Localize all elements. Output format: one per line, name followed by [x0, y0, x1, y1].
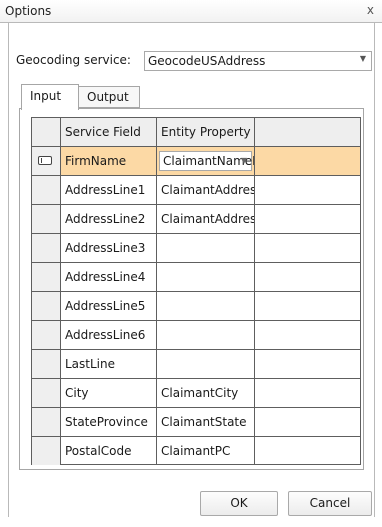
- service-field-cell[interactable]: AddressLine3: [60, 234, 156, 262]
- geocoding-service-label: Geocoding service:: [16, 53, 131, 67]
- table-row[interactable]: AddressLine3: [31, 233, 361, 262]
- grid-header-row: Service Field Entity Property: [31, 117, 361, 146]
- extra-cell[interactable]: [254, 437, 361, 465]
- row-selector[interactable]: [31, 205, 60, 233]
- extra-cell[interactable]: [254, 263, 361, 291]
- table-row[interactable]: StateProvince ClaimantState: [31, 407, 361, 436]
- geocoding-service-value: GeocodeUSAddress: [148, 54, 266, 68]
- options-dialog: Options x Geocoding service: GeocodeUSAd…: [0, 0, 382, 527]
- tab-output-label: Output: [87, 90, 129, 104]
- extra-cell[interactable]: [254, 234, 361, 262]
- service-field-cell[interactable]: PostalCode: [60, 437, 156, 465]
- row-selector[interactable]: [31, 437, 60, 465]
- column-header-extra: [254, 118, 361, 146]
- extra-cell[interactable]: [254, 379, 361, 407]
- entity-property-cell[interactable]: [156, 263, 254, 291]
- window-title: Options: [5, 4, 52, 18]
- extra-cell[interactable]: [254, 147, 361, 175]
- row-selector[interactable]: [31, 321, 60, 349]
- entity-property-cell[interactable]: ClaimantPC: [156, 437, 254, 465]
- tab-input-label: Input: [30, 89, 62, 103]
- service-field-cell[interactable]: AddressLine2: [60, 205, 156, 233]
- entity-property-cell[interactable]: [156, 350, 254, 378]
- row-selector[interactable]: [31, 147, 60, 175]
- entity-property-cell[interactable]: ClaimantState: [156, 408, 254, 436]
- entity-property-cell[interactable]: ClaimantNameLast ▼: [156, 147, 254, 175]
- service-field-cell[interactable]: AddressLine4: [60, 263, 156, 291]
- row-selector[interactable]: [31, 263, 60, 291]
- row-header-column: [31, 118, 60, 146]
- title-divider: [0, 22, 382, 23]
- extra-cell[interactable]: [254, 292, 361, 320]
- extra-cell[interactable]: [254, 205, 361, 233]
- entity-property-cell[interactable]: ClaimantAddress2: [156, 205, 254, 233]
- column-header-entity-property[interactable]: Entity Property: [156, 118, 254, 146]
- table-row[interactable]: FirmName ClaimantNameLast ▼: [31, 146, 361, 175]
- cancel-button[interactable]: Cancel: [288, 491, 372, 516]
- row-selector[interactable]: [31, 234, 60, 262]
- frame-border-left: [8, 23, 9, 517]
- column-header-service-field[interactable]: Service Field: [60, 118, 156, 146]
- extra-cell[interactable]: [254, 176, 361, 204]
- extra-cell[interactable]: [254, 350, 361, 378]
- tab-output[interactable]: Output: [78, 86, 140, 108]
- service-field-cell[interactable]: City: [60, 379, 156, 407]
- table-row[interactable]: AddressLine5: [31, 291, 361, 320]
- chevron-down-icon: ▼: [240, 156, 247, 165]
- entity-property-cell[interactable]: [156, 234, 254, 262]
- table-row[interactable]: PostalCode ClaimantPC: [31, 436, 361, 465]
- row-selector[interactable]: [31, 379, 60, 407]
- chevron-down-icon: ▼: [359, 54, 366, 63]
- frame-border-right: [374, 23, 375, 517]
- entity-property-cell[interactable]: [156, 292, 254, 320]
- field-mapping-grid: Service Field Entity Property FirmName C…: [31, 117, 361, 465]
- service-field-cell[interactable]: AddressLine6: [60, 321, 156, 349]
- service-field-cell[interactable]: AddressLine1: [60, 176, 156, 204]
- extra-cell[interactable]: [254, 408, 361, 436]
- row-selector[interactable]: [31, 408, 60, 436]
- service-field-cell[interactable]: FirmName: [60, 147, 156, 175]
- entity-property-cell[interactable]: ClaimantAddress1: [156, 176, 254, 204]
- table-row[interactable]: AddressLine1 ClaimantAddress1: [31, 175, 361, 204]
- row-selector[interactable]: [31, 292, 60, 320]
- close-icon[interactable]: x: [367, 3, 374, 17]
- service-field-cell[interactable]: LastLine: [60, 350, 156, 378]
- tab-input[interactable]: Input: [21, 84, 79, 110]
- table-row[interactable]: AddressLine4: [31, 262, 361, 291]
- table-row[interactable]: LastLine: [31, 349, 361, 378]
- current-row-icon: [38, 156, 52, 165]
- geocoding-service-dropdown[interactable]: GeocodeUSAddress ▼: [144, 51, 372, 71]
- entity-property-cell[interactable]: [156, 321, 254, 349]
- entity-property-cell[interactable]: ClaimantCity: [156, 379, 254, 407]
- entity-property-dropdown[interactable]: ClaimantNameLast ▼: [159, 151, 254, 171]
- extra-cell[interactable]: [254, 321, 361, 349]
- row-selector[interactable]: [31, 176, 60, 204]
- row-selector[interactable]: [31, 350, 60, 378]
- title-bar: Options x: [0, 0, 382, 22]
- table-row[interactable]: AddressLine2 ClaimantAddress2: [31, 204, 361, 233]
- ok-button[interactable]: OK: [200, 491, 278, 516]
- service-field-cell[interactable]: AddressLine5: [60, 292, 156, 320]
- service-field-cell[interactable]: StateProvince: [60, 408, 156, 436]
- table-row[interactable]: AddressLine6: [31, 320, 361, 349]
- table-row[interactable]: City ClaimantCity: [31, 378, 361, 407]
